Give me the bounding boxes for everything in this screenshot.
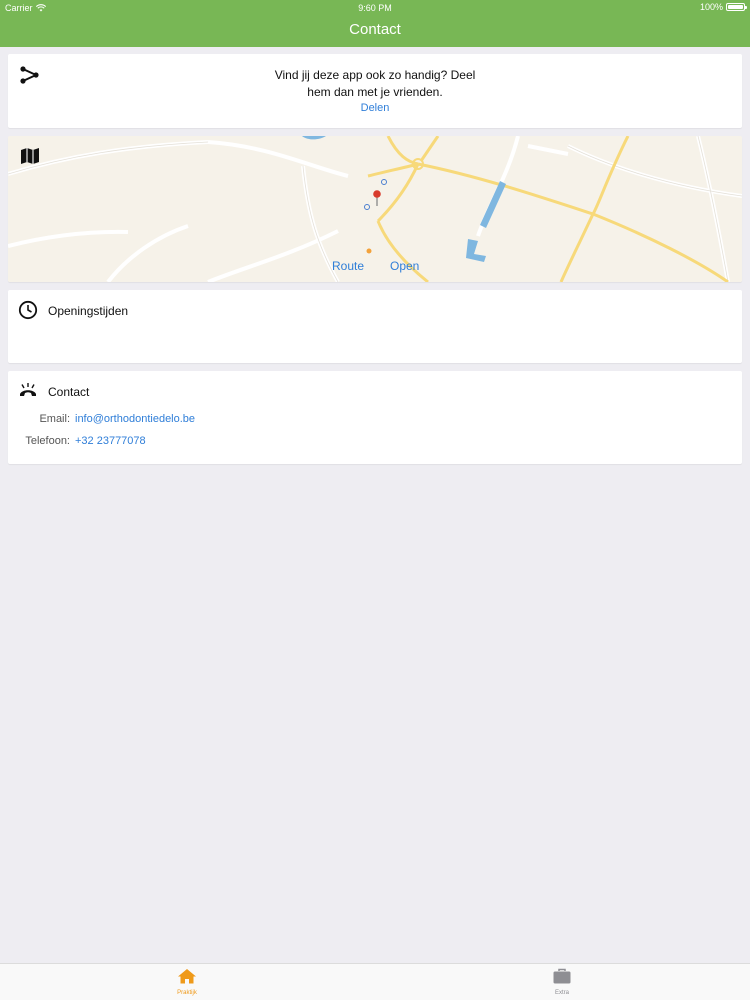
tab-praktijk[interactable]: Praktijk <box>157 968 217 996</box>
tab-extra[interactable]: Extra <box>532 968 592 996</box>
map-card[interactable]: Route Open <box>8 136 742 282</box>
briefcase-icon <box>553 968 571 984</box>
contact-title: Contact <box>48 385 90 399</box>
share-message-line-1: Vind jij deze app ook zo handig? Deel <box>274 68 476 82</box>
route-button[interactable]: Route <box>332 259 364 273</box>
map-icon <box>21 148 39 164</box>
email-link[interactable]: info@orthodontiedelo.be <box>75 413 195 425</box>
contact-card: Contact Email: info@orthodontiedelo.be T… <box>8 371 742 464</box>
battery-label: 100% <box>699 2 723 12</box>
phone-link[interactable]: +32 23777078 <box>75 435 146 447</box>
opening-hours-title: Openingstijden <box>48 304 129 318</box>
tab-extra-label: Extra <box>554 990 569 996</box>
map-view[interactable] <box>8 136 742 282</box>
share-message: Vind jij deze app ook zo handig? Deel he… <box>8 67 742 101</box>
clock-icon <box>18 300 38 320</box>
share-message-line-2: hem dan met je vrienden. <box>307 85 443 99</box>
status-battery: 100% <box>699 2 747 12</box>
phone-label: Telefoon: <box>25 435 70 447</box>
page-title: Contact <box>349 21 401 38</box>
status-time: 9:60 PM <box>358 3 392 13</box>
battery-icon <box>726 3 747 11</box>
share-card: Vind jij deze app ook zo handig? Deel he… <box>8 54 742 128</box>
tab-bar: Praktijk Extra <box>0 963 750 1000</box>
home-icon <box>178 969 196 984</box>
open-map-button[interactable]: Open <box>390 259 419 273</box>
phone-icon <box>20 383 36 396</box>
tab-praktijk-label: Praktijk <box>177 990 197 996</box>
status-bar: Carrier 9:60 PM 100% <box>0 0 750 16</box>
opening-hours-card: Openingstijden <box>8 290 742 363</box>
share-button[interactable]: Delen <box>8 102 742 114</box>
email-label: Email: <box>39 413 70 425</box>
navigation-header: Carrier 9:60 PM 100% Contact <box>0 0 750 47</box>
